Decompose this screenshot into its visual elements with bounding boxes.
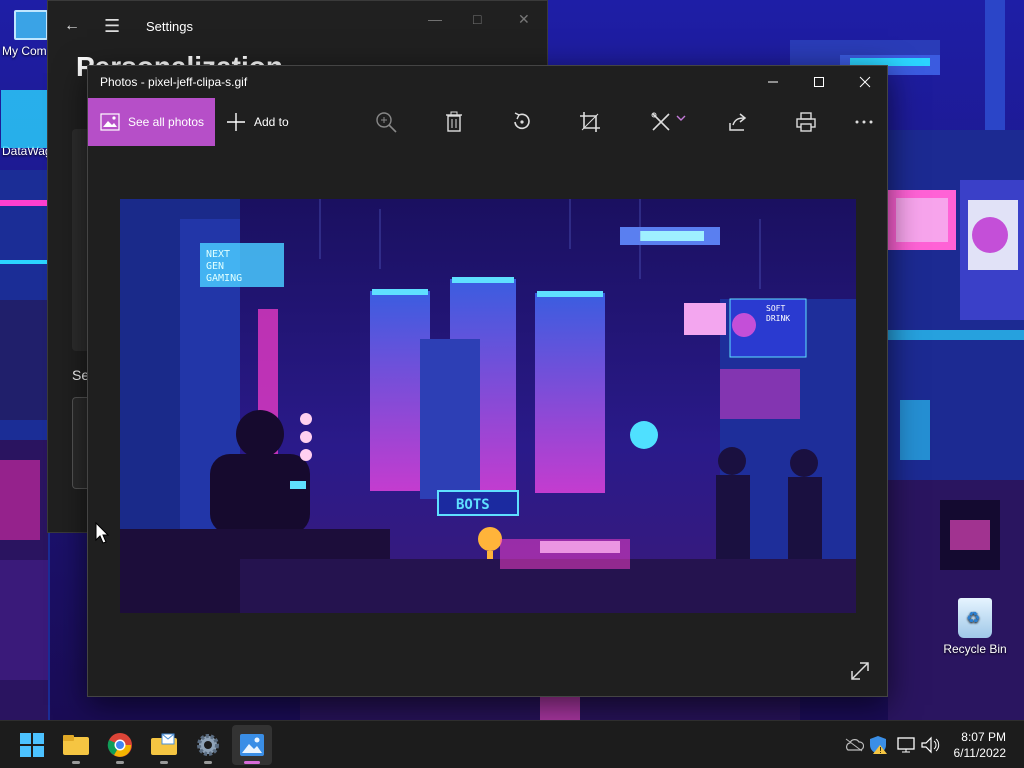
photos-window-title: Photos - pixel-jeff-clipa-s.gif xyxy=(100,75,248,89)
edit-icon xyxy=(651,112,670,131)
mouse-cursor-icon xyxy=(95,522,109,544)
rotate-icon xyxy=(514,112,530,130)
chrome-icon xyxy=(107,733,132,757)
app-shortcut-icon xyxy=(1,90,49,148)
running-indicator xyxy=(160,761,168,764)
onedrive-icon[interactable] xyxy=(844,735,864,755)
photo-viewer-image[interactable]: NEXT GEN GAMING BOTS SOFT DRINK xyxy=(120,199,856,613)
taskbar-photos[interactable] xyxy=(232,725,272,765)
cyberpunk-city-image: NEXT GEN GAMING BOTS SOFT DRINK xyxy=(120,199,856,613)
maximize-button[interactable]: □ xyxy=(473,11,481,27)
close-icon xyxy=(859,76,871,88)
maximize-icon xyxy=(814,77,824,87)
desktop-icon-label: Recycle Bin xyxy=(943,642,1007,656)
svg-text:GEN: GEN xyxy=(206,261,224,272)
mail-folder-icon xyxy=(151,733,177,755)
desktop-icon-my-computer[interactable]: My Com xyxy=(0,10,50,58)
photos-window[interactable]: Photos - pixel-jeff-clipa-s.gif See all … xyxy=(87,65,888,697)
svg-text:!: ! xyxy=(879,746,882,755)
computer-icon xyxy=(14,10,48,40)
photos-toolbar: See all photos Add to xyxy=(88,98,887,146)
share-icon xyxy=(729,113,747,131)
bots-sign: BOTS xyxy=(456,497,490,513)
system-clock[interactable]: 8:07 PM 6/11/2022 xyxy=(954,729,1007,761)
windows-logo-icon xyxy=(20,733,44,757)
clock-time: 8:07 PM xyxy=(961,730,1006,744)
back-arrow-icon[interactable]: ← xyxy=(64,17,80,35)
delete-button[interactable] xyxy=(442,110,466,134)
minimize-button[interactable] xyxy=(750,66,796,98)
see-all-photos-button[interactable]: See all photos xyxy=(88,98,215,146)
gear-icon xyxy=(197,734,219,756)
crop-button[interactable] xyxy=(578,110,602,134)
taskbar-folder-app[interactable] xyxy=(144,725,184,765)
taskbar-file-explorer[interactable] xyxy=(56,725,96,765)
running-indicator xyxy=(72,761,80,764)
crop-icon xyxy=(580,112,600,132)
recycle-bin-icon: ♻ xyxy=(958,598,992,638)
photos-titlebar[interactable]: Photos - pixel-jeff-clipa-s.gif xyxy=(88,66,887,98)
running-indicator xyxy=(204,761,212,764)
settings-titlebar[interactable]: ← ☰ Settings — □ ✕ xyxy=(48,1,547,51)
next-gen-sign: NEXT xyxy=(206,249,230,260)
delete-icon xyxy=(446,111,462,132)
share-button[interactable] xyxy=(726,110,750,134)
add-to-label: Add to xyxy=(254,115,289,129)
security-warning-icon[interactable]: ! xyxy=(868,735,888,755)
more-options-button[interactable] xyxy=(852,110,876,134)
fullscreen-button[interactable] xyxy=(849,660,873,684)
start-button[interactable] xyxy=(12,725,52,765)
hamburger-menu-icon[interactable]: ☰ xyxy=(104,16,120,37)
add-to-button[interactable]: Add to xyxy=(226,98,289,146)
desktop-icon-datawag[interactable]: DataWag xyxy=(0,90,52,158)
network-icon[interactable] xyxy=(896,735,916,755)
svg-text:DRINK: DRINK xyxy=(766,314,790,323)
zoom-in-icon xyxy=(376,112,397,133)
edit-create-button[interactable] xyxy=(650,110,690,134)
desktop-icon-recycle-bin[interactable]: ♻ Recycle Bin xyxy=(940,598,1010,656)
volume-icon[interactable] xyxy=(920,735,940,755)
taskbar-settings[interactable] xyxy=(188,725,228,765)
desktop-icon-label: My Com xyxy=(2,44,47,58)
print-button[interactable] xyxy=(794,110,818,134)
minimize-button[interactable]: — xyxy=(428,11,442,27)
active-indicator xyxy=(244,761,260,764)
see-all-photos-label: See all photos xyxy=(128,115,205,129)
expand-icon xyxy=(851,662,869,680)
more-icon xyxy=(855,120,873,124)
maximize-button[interactable] xyxy=(796,66,842,98)
clock-date: 6/11/2022 xyxy=(953,746,1007,760)
rotate-button[interactable] xyxy=(510,110,534,134)
svg-text:GAMING: GAMING xyxy=(206,273,242,284)
close-button[interactable] xyxy=(842,66,888,98)
plus-icon xyxy=(227,113,245,131)
close-button[interactable]: ✕ xyxy=(518,11,530,28)
folder-icon xyxy=(63,735,89,755)
taskbar-chrome[interactable] xyxy=(100,725,140,765)
photos-app-icon xyxy=(240,734,264,756)
soft-drink-sign: SOFT xyxy=(766,304,785,313)
taskbar: ! 8:07 PM 6/11/2022 xyxy=(0,720,1024,768)
settings-title: Settings xyxy=(146,19,193,34)
running-indicator xyxy=(116,761,124,764)
chevron-down-icon xyxy=(676,115,686,121)
print-icon xyxy=(796,112,816,132)
photo-gallery-icon xyxy=(100,113,120,131)
minimize-icon xyxy=(768,81,778,83)
zoom-in-button[interactable] xyxy=(374,110,398,134)
